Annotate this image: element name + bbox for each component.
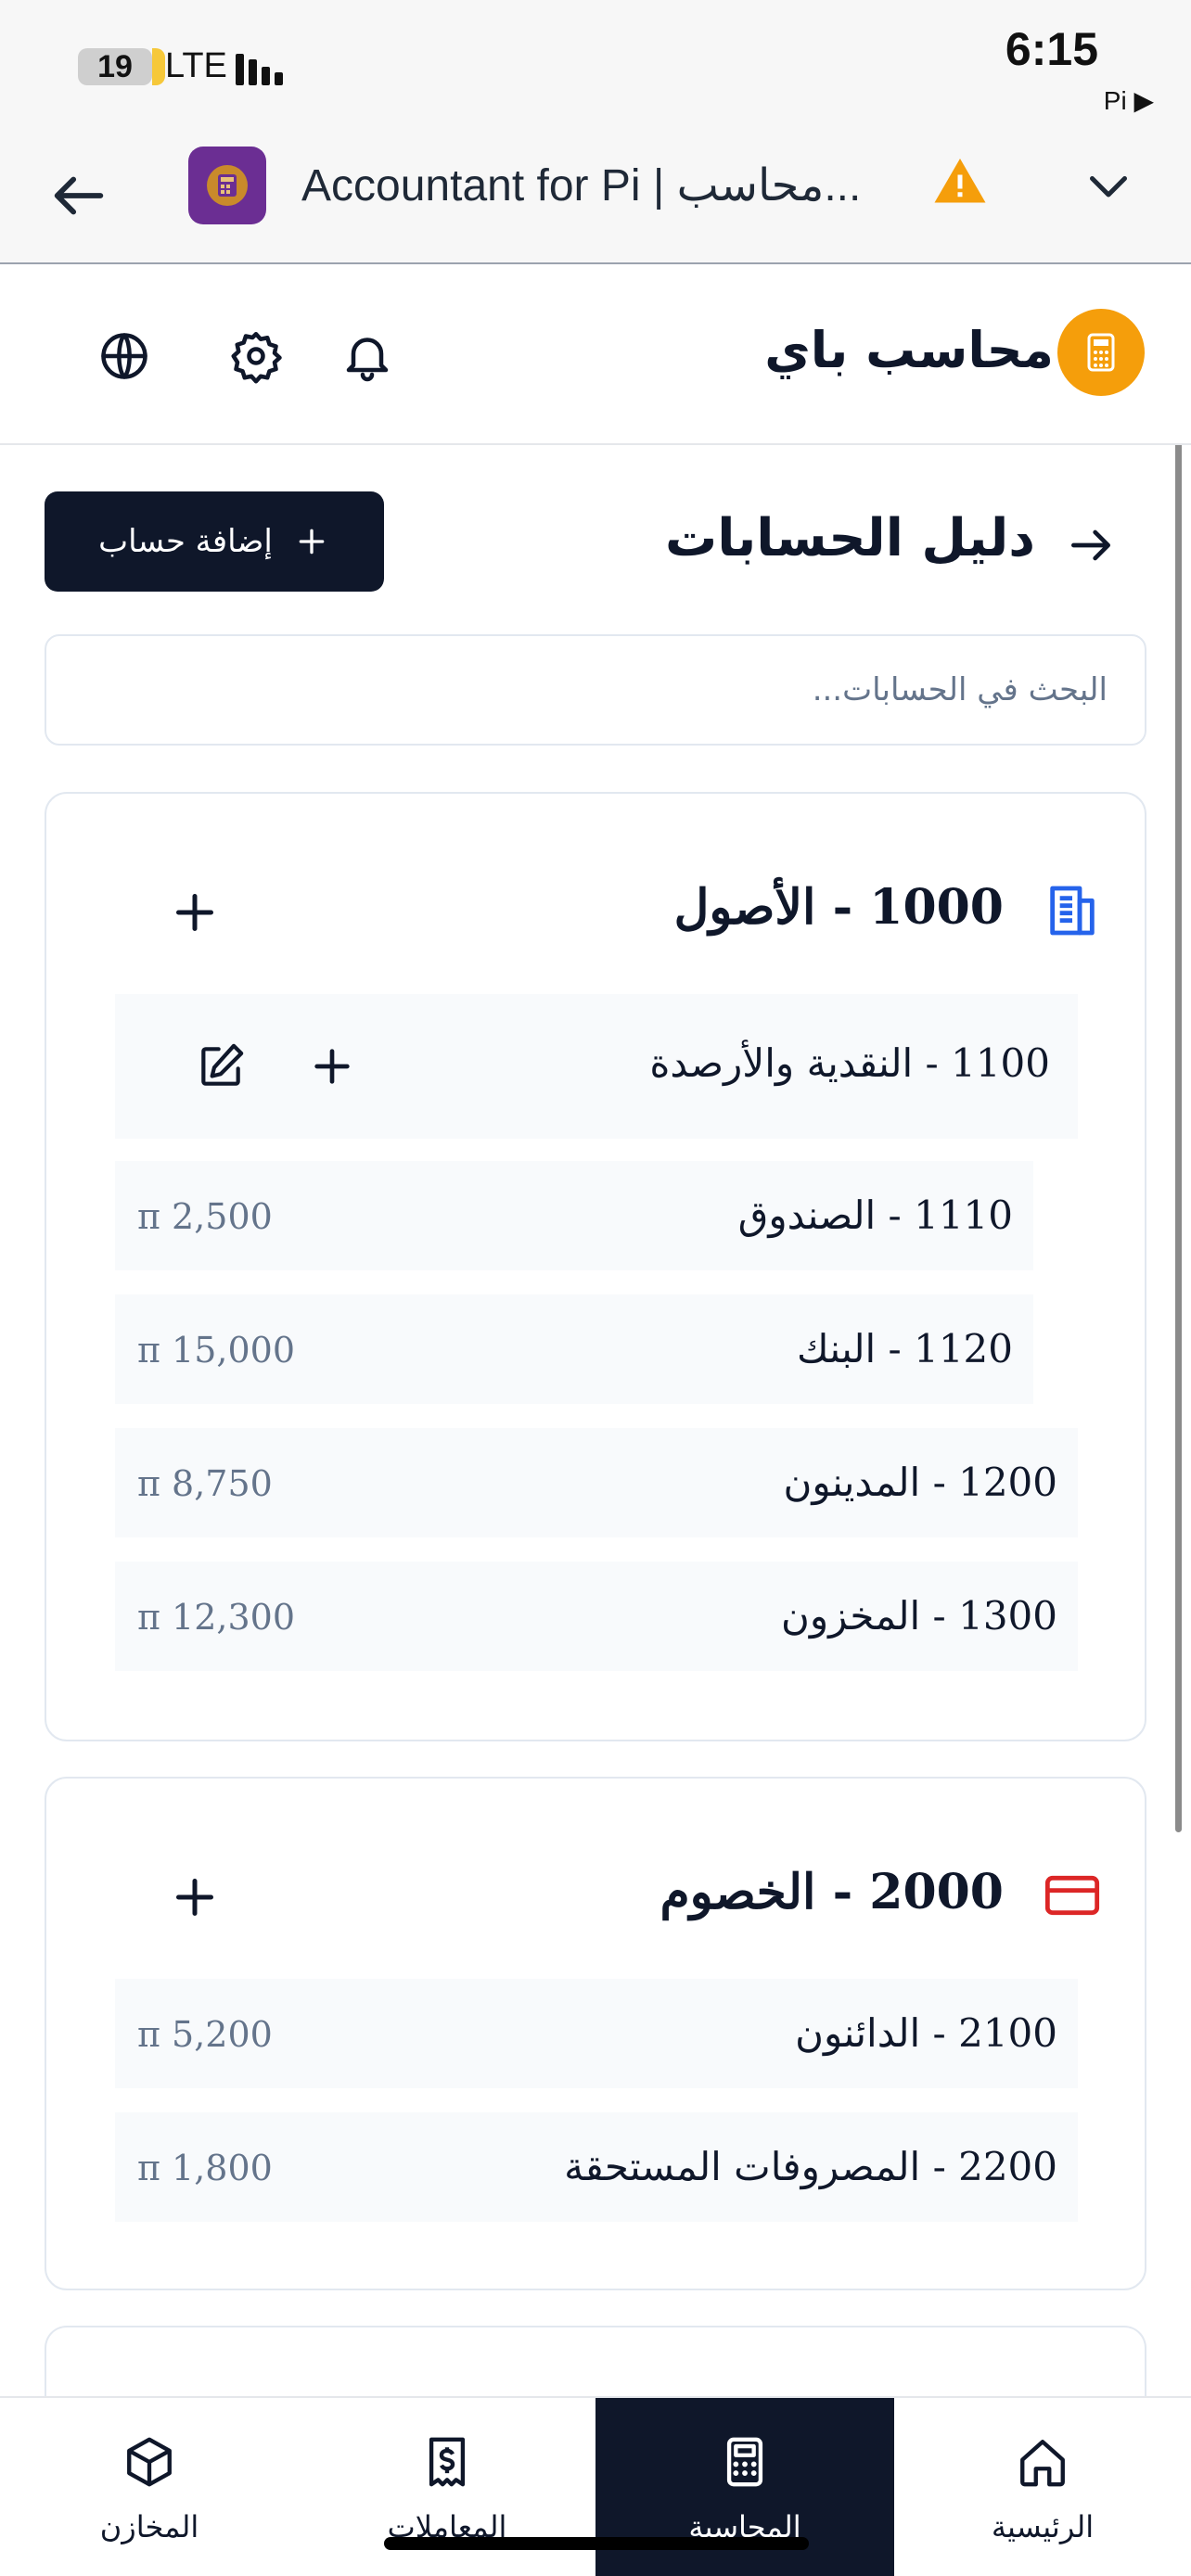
account-group-label: 1100 - النقدية والأرصدة — [649, 1040, 1050, 1086]
page-title-row: إضافة حساب دليل الحسابات — [0, 482, 1191, 593]
package-icon — [127, 2437, 172, 2487]
receipt-icon — [429, 2437, 466, 2487]
account-group-row[interactable]: 1100 - النقدية والأرصدة — [115, 994, 1078, 1139]
app-header: محاسب باي — [0, 267, 1191, 445]
account-label: 2200 - المصروفات المستحقة — [564, 2144, 1057, 2189]
back-arrow-icon[interactable] — [46, 163, 111, 228]
account-balance: π 8,750 — [137, 1463, 273, 1504]
account-label: 1110 - الصندوق — [737, 1192, 1013, 1238]
account-label: 1200 - المدينون — [783, 1460, 1057, 1505]
pi-browser-indicator: Pi ▶ — [1103, 86, 1154, 115]
assets-heading: 1000 - الأصول — [673, 879, 1004, 936]
plus-icon — [299, 529, 325, 555]
account-row[interactable]: 2200 - المصروفات المستحقة π 1,800 — [115, 2112, 1078, 2222]
nav-warehouses[interactable]: المخازن — [0, 2398, 299, 2576]
home-indicator — [384, 2537, 809, 2550]
battery-indicator: 19 — [78, 48, 165, 85]
liabilities-card: 2000 - الخصوم 2100 - الدائنون π 5,200 22… — [45, 1777, 1146, 2290]
account-label: 1300 - المخزون — [781, 1593, 1057, 1639]
account-balance: π 15,000 — [137, 1330, 296, 1371]
app-logo-icon — [188, 147, 266, 224]
calculator-icon — [726, 2437, 763, 2487]
notification-bell-icon[interactable] — [339, 328, 395, 384]
add-sub-account-plus-icon[interactable] — [306, 1040, 358, 1092]
back-arrow-icon[interactable] — [1065, 519, 1117, 571]
home-icon — [1020, 2440, 1065, 2487]
account-balance: π 2,500 — [137, 1196, 273, 1237]
account-row[interactable]: 2100 - الدائنون π 5,200 — [115, 1979, 1078, 2088]
account-balance: π 5,200 — [137, 2014, 273, 2055]
add-sub-account-plus-icon[interactable] — [167, 885, 223, 940]
warning-icon[interactable] — [932, 154, 988, 210]
account-row[interactable]: 1110 - الصندوق π 2,500 — [115, 1161, 1033, 1270]
search-box — [45, 634, 1146, 746]
page-title: دليل الحسابات — [664, 508, 1035, 568]
nav-label: الرئيسية — [991, 2509, 1095, 2544]
brand-name: محاسب باي — [764, 321, 1054, 379]
account-balance: π 1,800 — [137, 2148, 273, 2188]
browser-page-title: Accountant for Pi | محاسب... — [301, 161, 862, 210]
assets-card: 1000 - الأصول 1100 - النقدية والأرصدة 11… — [45, 792, 1146, 1741]
signal-icon — [236, 48, 291, 85]
liabilities-heading: 2000 - الخصوم — [660, 1864, 1004, 1920]
add-account-button[interactable]: إضافة حساب — [45, 491, 384, 592]
account-label: 2100 - الدائنون — [795, 2010, 1057, 2056]
account-balance: π 12,300 — [137, 1597, 296, 1638]
network-label: LTE — [165, 46, 227, 85]
browser-bar: Accountant for Pi | محاسب... — [0, 130, 1191, 264]
building-icon — [1050, 886, 1095, 936]
add-sub-account-plus-icon[interactable] — [167, 1869, 223, 1925]
calculator-logo-icon — [1057, 309, 1145, 396]
account-label: 1120 - البنك — [797, 1326, 1013, 1371]
globe-icon[interactable] — [96, 328, 152, 384]
account-row[interactable]: 1120 - البنك π 15,000 — [115, 1294, 1033, 1404]
add-account-label: إضافة حساب — [98, 523, 273, 560]
clock: 6:15 — [1005, 23, 1098, 75]
edit-icon[interactable] — [195, 1040, 247, 1092]
account-row[interactable]: 1300 - المخزون π 12,300 — [115, 1562, 1078, 1671]
search-input[interactable] — [46, 636, 1145, 744]
status-bar: 19 LTE 6:15 Pi ▶ — [0, 0, 1191, 130]
nav-home[interactable]: الرئيسية — [894, 2398, 1191, 2576]
settings-gear-icon[interactable] — [228, 328, 284, 384]
chevron-down-icon[interactable] — [1081, 158, 1136, 213]
credit-card-icon — [1044, 1875, 1100, 1916]
account-row[interactable]: 1200 - المدينون π 8,750 — [115, 1428, 1078, 1537]
nav-label: المخازن — [99, 2509, 199, 2544]
